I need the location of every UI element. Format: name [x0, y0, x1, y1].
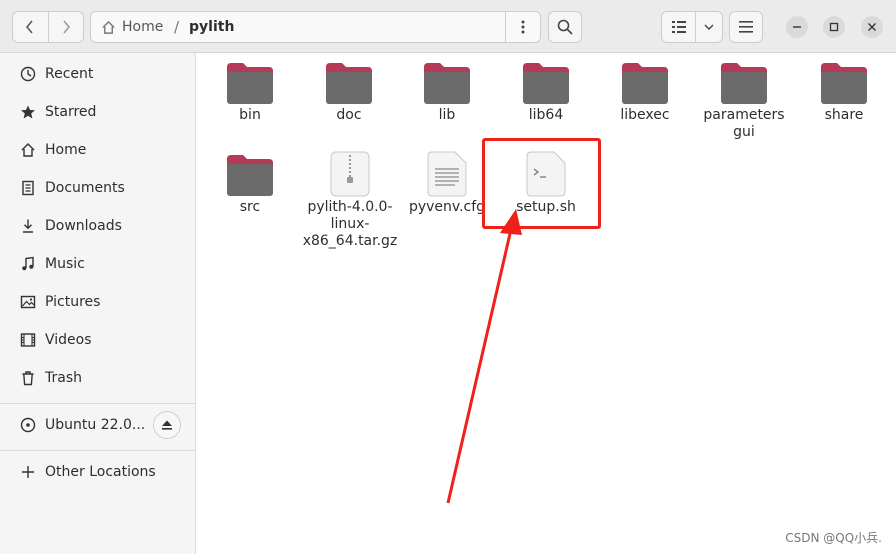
sidebar-item-pictures[interactable]: Pictures — [0, 283, 195, 321]
watermark-text: CSDN @QQ小兵. — [785, 531, 882, 545]
navigation-buttons — [12, 11, 84, 43]
folder-icon — [622, 63, 668, 104]
sidebar-item-label: Downloads — [45, 218, 122, 234]
file-name: doc — [336, 107, 362, 123]
folder-icon — [523, 63, 569, 104]
folder-icon — [326, 63, 372, 104]
list-view-icon — [671, 21, 686, 33]
path-menu-button[interactable] — [505, 12, 540, 42]
breadcrumb-home-label: Home — [122, 19, 164, 35]
file-item-folder[interactable]: bin — [202, 61, 298, 124]
sidebar-item-music[interactable]: Music — [0, 245, 195, 283]
file-item-folder[interactable]: lib — [399, 61, 495, 124]
disk-icon — [19, 416, 37, 434]
trash-icon — [19, 369, 37, 387]
chevron-down-icon — [704, 24, 714, 30]
file-name: lib64 — [528, 107, 564, 123]
sidebar-item-trash[interactable]: Trash — [0, 359, 195, 397]
path-bar: Home / pylith — [90, 11, 541, 43]
file-name: bin — [239, 107, 261, 123]
sidebar-item-label: Trash — [45, 370, 82, 386]
archive-icon — [330, 151, 370, 197]
folder-icon — [227, 63, 273, 104]
breadcrumb-separator: / — [174, 18, 180, 36]
file-item-folder[interactable]: doc — [301, 61, 397, 124]
plus-icon — [19, 463, 37, 481]
sidebar-item-label: Starred — [45, 104, 97, 120]
view-options-button[interactable] — [696, 12, 722, 42]
search-button[interactable] — [548, 11, 582, 43]
breadcrumb-home[interactable]: Home — [101, 12, 163, 42]
file-name: share — [824, 107, 864, 123]
sidebar-item-label: Music — [45, 256, 85, 272]
document-icon — [19, 179, 37, 197]
chevron-left-icon — [26, 20, 33, 34]
sidebar-item-label: Recent — [45, 66, 94, 82]
sidebar: Recent Starred Home Documents Downloads … — [0, 53, 196, 554]
sidebar-item-label: Home — [45, 142, 87, 158]
back-button[interactable] — [13, 12, 48, 42]
forward-button[interactable] — [47, 12, 84, 42]
file-item-folder[interactable]: parameters gui — [696, 61, 792, 141]
folder-icon — [821, 63, 867, 104]
sidebar-item-recent[interactable]: Recent — [0, 55, 195, 93]
folder-icon — [227, 155, 273, 196]
sidebar-item-starred[interactable]: Starred — [0, 93, 195, 131]
main-menu-button[interactable] — [729, 11, 763, 43]
sidebar-divider — [0, 403, 195, 404]
clock-icon — [19, 65, 37, 83]
file-item-folder[interactable]: share — [796, 61, 892, 124]
star-icon — [19, 103, 37, 121]
sidebar-item-other-locations[interactable]: Other Locations — [0, 453, 195, 491]
maximize-icon — [829, 22, 839, 32]
home-icon — [19, 141, 37, 159]
file-item-folder[interactable]: src — [202, 153, 298, 216]
video-icon — [19, 331, 37, 349]
view-toggle-group — [661, 11, 723, 43]
list-view-button[interactable] — [662, 12, 697, 42]
eject-button[interactable] — [153, 411, 181, 439]
hamburger-menu-icon — [739, 21, 753, 33]
download-icon — [19, 217, 37, 235]
chevron-right-icon — [63, 20, 70, 34]
close-button[interactable] — [861, 16, 883, 38]
file-name: parameters gui — [703, 107, 785, 140]
sidebar-item-videos[interactable]: Videos — [0, 321, 195, 359]
sidebar-item-downloads[interactable]: Downloads — [0, 207, 195, 245]
breadcrumb-current[interactable]: pylith — [189, 12, 234, 42]
sidebar-item-label: Ubuntu 22.0... — [45, 417, 146, 433]
file-name: lib — [438, 107, 456, 123]
maximize-button[interactable] — [823, 16, 845, 38]
sidebar-item-label: Videos — [45, 332, 92, 348]
home-icon — [102, 20, 115, 34]
music-icon — [19, 255, 37, 273]
eject-icon — [162, 420, 172, 430]
sidebar-item-label: Documents — [45, 180, 125, 196]
search-icon — [557, 19, 573, 35]
file-name: src — [239, 199, 261, 215]
minimize-button[interactable] — [786, 16, 808, 38]
folder-icon — [721, 63, 767, 104]
more-vertical-icon — [521, 20, 525, 34]
folder-icon — [424, 63, 470, 104]
file-view: bin doc lib lib64 libexec parameters gui… — [196, 53, 896, 554]
sidebar-item-label: Pictures — [45, 294, 101, 310]
file-item-folder[interactable]: libexec — [597, 61, 693, 124]
close-icon — [868, 23, 876, 31]
sidebar-divider — [0, 450, 195, 451]
header-bar: Home / pylith — [0, 0, 896, 53]
file-name: pylith-4.0.0-linux-x86_64.tar.gz — [302, 199, 398, 249]
sidebar-item-label: Other Locations — [45, 464, 156, 480]
file-item-archive[interactable]: pylith-4.0.0-linux-x86_64.tar.gz — [300, 151, 400, 250]
minimize-icon — [793, 26, 801, 28]
sidebar-item-volume[interactable]: Ubuntu 22.0... — [0, 406, 150, 444]
annotation-arrow — [446, 209, 522, 504]
file-item-folder[interactable]: lib64 — [498, 61, 594, 124]
file-name: libexec — [620, 107, 670, 123]
picture-icon — [19, 293, 37, 311]
text-file-icon — [427, 151, 467, 197]
sidebar-item-home[interactable]: Home — [0, 131, 195, 169]
sidebar-item-documents[interactable]: Documents — [0, 169, 195, 207]
